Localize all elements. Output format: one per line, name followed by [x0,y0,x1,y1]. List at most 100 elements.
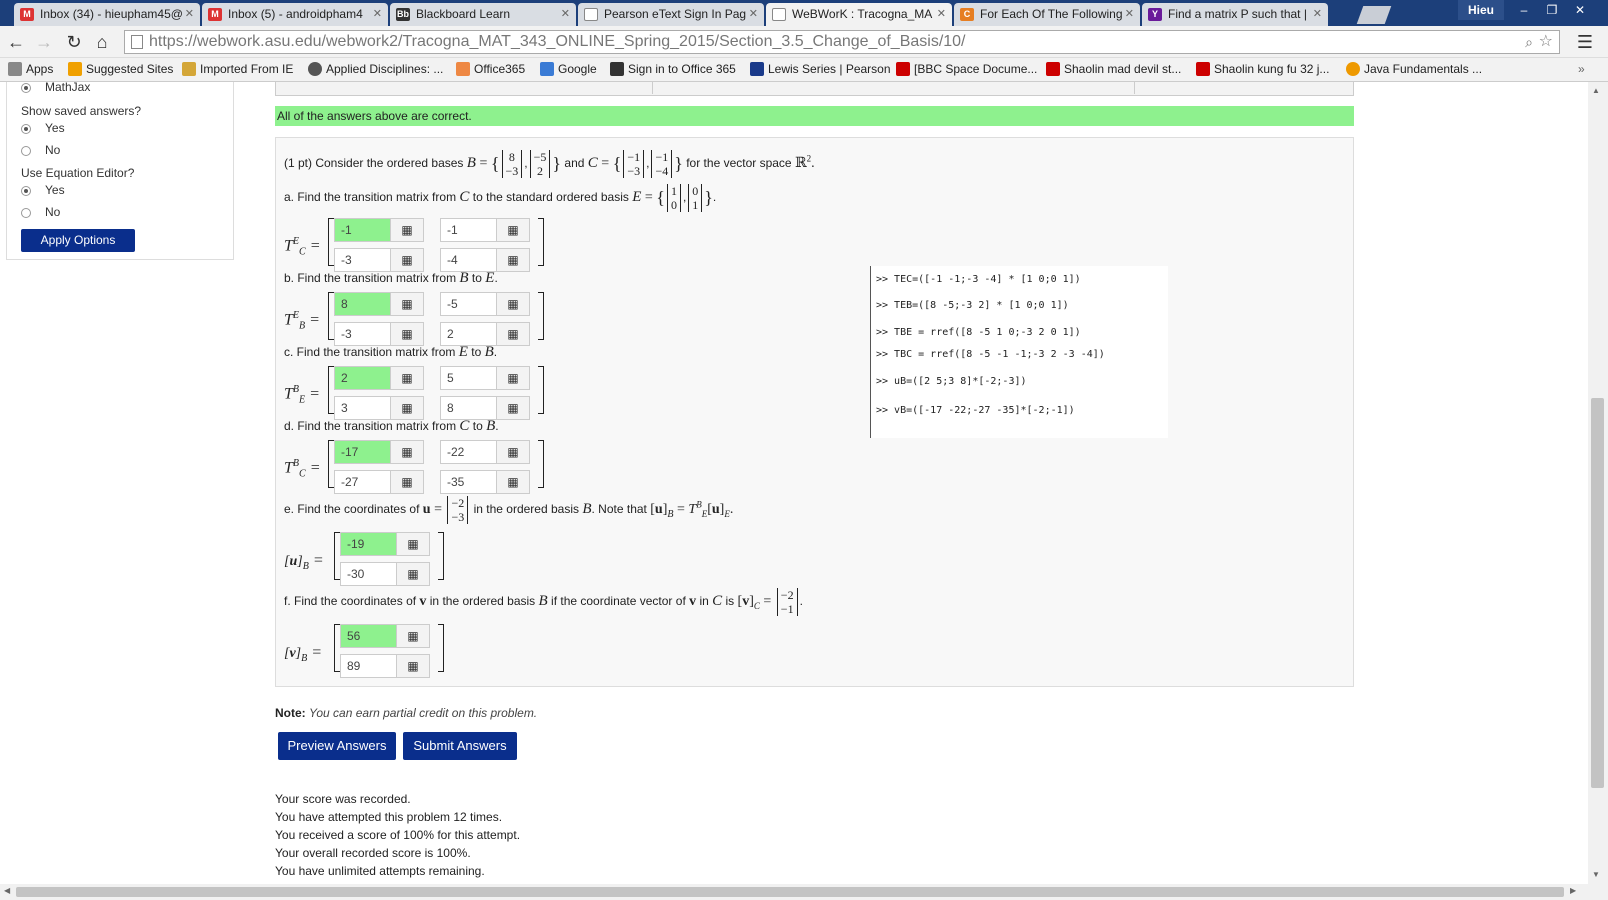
answer-vB-2[interactable] [340,654,398,678]
horizontal-scrollbar[interactable]: ◀ ▶ [0,884,1608,900]
grid-icon[interactable]: ▦ [390,440,424,464]
close-window-icon[interactable]: ✕ [1566,0,1594,20]
bookmark-shaolin-kungfu[interactable]: Shaolin kung fu 32 j... [1196,62,1329,76]
close-icon[interactable]: ✕ [373,7,382,20]
browser-tab[interactable]: Bb Blackboard Learn ✕ [390,3,576,26]
grid-icon[interactable]: ▦ [496,218,530,242]
scrollbar-thumb[interactable] [16,887,1564,897]
bookmark-shaolin-devil[interactable]: Shaolin mad devil st... [1046,62,1181,76]
answer-TBE-22[interactable] [440,322,498,346]
close-icon[interactable]: ✕ [1125,7,1134,20]
bookmark-lewis-series[interactable]: Lewis Series | Pearson [750,62,891,76]
bookmark-apps[interactable]: Apps [8,62,53,76]
scroll-down-icon[interactable]: ▼ [1592,870,1600,879]
search-icon[interactable]: ⌕ [1525,31,1533,53]
scrollbar-thumb[interactable] [1591,398,1604,788]
grid-icon[interactable]: ▦ [390,292,424,316]
new-tab-button[interactable] [1356,6,1392,24]
answer-uB-1[interactable] [340,532,398,556]
answer-TCE-11[interactable] [334,218,392,242]
grid-icon[interactable]: ▦ [390,322,424,346]
browser-tab[interactable]: Y Find a matrix P such that | ✕ [1142,3,1328,26]
grid-icon[interactable]: ▦ [496,322,530,346]
grid-icon[interactable]: ▦ [496,366,530,390]
bookmark-applied-disciplines[interactable]: Applied Disciplines: ... [308,62,443,76]
answer-TCB-11[interactable] [334,440,392,464]
home-icon[interactable]: ⌂ [92,32,112,52]
forward-arrow-icon[interactable]: → [34,32,54,52]
bookmark-label: Applied Disciplines: ... [326,62,444,76]
bookmark-star-icon[interactable]: ☆ [1539,31,1553,53]
answer-TCE-12[interactable] [440,218,498,242]
grid-icon[interactable]: ▦ [390,366,424,390]
equation-editor-yes-radio[interactable] [21,186,31,196]
answer-TCE-22[interactable] [440,248,498,272]
more-bookmarks-icon[interactable]: » [1578,62,1585,76]
close-icon[interactable]: ✕ [185,7,194,20]
browser-tab[interactable]: Pearson eText Sign In Pag ✕ [578,3,764,26]
answer-TBE-21[interactable] [334,322,392,346]
answer-TEB-12[interactable] [440,366,498,390]
answer-TCB-12[interactable] [440,440,498,464]
answer-TCE-21[interactable] [334,248,392,272]
back-arrow-icon[interactable]: ← [6,32,26,52]
grid-icon[interactable]: ▦ [390,248,424,272]
reload-icon[interactable]: ↻ [64,32,84,52]
answer-uB-2[interactable] [340,562,398,586]
answer-TCB-22[interactable] [440,470,498,494]
grid-icon[interactable]: ▦ [496,440,530,464]
grid-icon[interactable]: ▦ [390,218,424,242]
answer-vB-1[interactable] [340,624,398,648]
bookmark-label: Google [558,62,597,76]
matrix-label-TCE: TEC = [284,236,321,258]
scroll-up-icon[interactable]: ▲ [1592,86,1600,95]
console-line: >> vB=([-17 -22;-27 -35]*[-2;-1]) [876,405,1075,416]
grid-icon[interactable]: ▦ [390,396,424,420]
answer-TEB-11[interactable] [334,366,392,390]
saved-answers-no-radio[interactable] [21,146,31,156]
answer-TCB-21[interactable] [334,470,392,494]
user-profile-button[interactable]: Hieu [1458,0,1504,20]
answer-TBE-12[interactable] [440,292,498,316]
grid-icon[interactable]: ▦ [396,562,430,586]
answer-TEB-22[interactable] [440,396,498,420]
grid-icon[interactable]: ▦ [496,248,530,272]
scroll-right-icon[interactable]: ▶ [1570,886,1576,895]
vertical-scrollbar[interactable]: ▲ ▼ [1588,82,1608,884]
apply-options-button[interactable]: Apply Options [21,229,135,252]
minimize-icon[interactable]: – [1510,0,1538,20]
grid-icon[interactable]: ▦ [396,654,430,678]
answer-TEB-21[interactable] [334,396,392,420]
address-bar[interactable]: https://webwork.asu.edu/webwork2/Tracogn… [124,30,1560,54]
close-icon[interactable]: ✕ [1313,7,1322,20]
answer-TBE-11[interactable] [334,292,392,316]
saved-answers-yes-radio[interactable] [21,124,31,134]
browser-tab-active[interactable]: WeBWorK : Tracogna_MA ✕ [766,3,952,26]
close-icon[interactable]: ✕ [561,7,570,20]
browser-tab[interactable]: C For Each Of The Following ✕ [954,3,1140,26]
grid-icon[interactable]: ▦ [396,624,430,648]
grid-icon[interactable]: ▦ [396,532,430,556]
bookmark-office365-signin[interactable]: Sign in to Office 365 [610,62,736,76]
grid-icon[interactable]: ▦ [390,470,424,494]
bookmark-suggested-sites[interactable]: Suggested Sites [68,62,173,76]
equation-editor-no-radio[interactable] [21,208,31,218]
browser-tab[interactable]: M Inbox (34) - hieupham45@ ✕ [14,3,200,26]
bookmark-imported-ie[interactable]: Imported From IE [182,62,293,76]
preview-answers-button[interactable]: Preview Answers [278,732,396,760]
grid-icon[interactable]: ▦ [496,292,530,316]
bookmark-bbc-space[interactable]: [BBC Space Docume... [896,62,1037,76]
submit-answers-button[interactable]: Submit Answers [403,732,517,760]
menu-icon[interactable]: ☰ [1574,32,1596,52]
browser-tab[interactable]: M Inbox (5) - androidpham4 ✕ [202,3,388,26]
bookmark-google[interactable]: Google [540,62,597,76]
restore-icon[interactable]: ❐ [1538,0,1566,20]
mathjax-radio[interactable] [21,83,31,93]
grid-icon[interactable]: ▦ [496,470,530,494]
scroll-left-icon[interactable]: ◀ [4,886,10,895]
bookmark-java-fundamentals[interactable]: Java Fundamentals ... [1346,62,1482,76]
close-icon[interactable]: ✕ [937,7,946,20]
grid-icon[interactable]: ▦ [496,396,530,420]
close-icon[interactable]: ✕ [749,7,758,20]
bookmark-office365[interactable]: Office365 [456,62,525,76]
